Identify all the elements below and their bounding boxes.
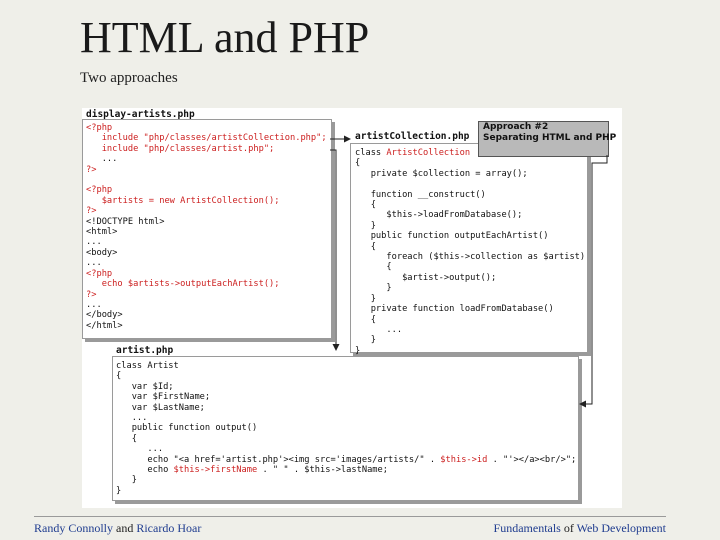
display-code-line: ...	[86, 237, 102, 248]
collection-code-line: }	[355, 345, 361, 356]
approach-label-line2: Separating HTML and PHP	[483, 133, 617, 143]
collection-code-line: function __construct()	[355, 189, 486, 200]
display-code-line: <?php	[86, 185, 113, 196]
artist-code-line: var $Id;	[116, 381, 174, 392]
collection-code-line: $artist->output();	[355, 272, 497, 283]
collection-code-line: class ArtistCollection	[355, 148, 471, 158]
display-code-line: ...	[86, 258, 102, 269]
display-code-line: include "php/classes/artistCollection.ph…	[86, 133, 327, 144]
collection-file-code: class ArtistCollection { private $collec…	[355, 148, 585, 356]
artist-file-code: class Artist { var $Id; var $FirstName; …	[116, 361, 576, 496]
display-code-line: ...	[86, 154, 118, 165]
display-code-line: </body>	[86, 310, 123, 321]
display-code-line: <!DOCTYPE html>	[86, 216, 165, 227]
artist-code-line: public function output()	[116, 423, 258, 434]
collection-code-highlight: ArtistCollection	[386, 148, 471, 158]
footer-authors: Randy Connolly and Ricardo Hoar	[34, 521, 201, 536]
footer-author2: Ricardo Hoar	[136, 521, 202, 535]
collection-code-line: private function loadFromDatabase()	[355, 304, 554, 315]
approach-label-line1: Approach #2	[483, 122, 549, 132]
footer-divider	[34, 516, 666, 517]
artist-code-line: ...	[116, 444, 164, 455]
footer-book-part1: Fundamentals	[493, 521, 561, 535]
footer-author1: Randy Connolly	[34, 521, 114, 535]
display-code-line: $artists = new ArtistCollection();	[86, 195, 280, 206]
collection-code-line: foreach ($this->collection as $artist)	[355, 252, 586, 263]
artist-code-highlight: $this->firstName	[173, 465, 258, 476]
collection-file-name: artistCollection.php	[355, 131, 470, 142]
collection-code-line: }	[355, 220, 376, 231]
display-code-line: <?php	[86, 123, 113, 133]
display-code-line: ...	[86, 299, 102, 310]
display-code-line: ?>	[86, 206, 97, 217]
collection-code-line: {	[355, 262, 392, 273]
footer-and: and	[116, 521, 134, 535]
artist-code-line: echo $this->firstName . " " . $this->las…	[116, 465, 388, 476]
collection-code-line: ...	[355, 324, 403, 335]
artist-code-line: var $FirstName;	[116, 392, 211, 403]
artist-code-highlight: $this->id	[440, 454, 488, 465]
collection-code-line: }	[355, 335, 376, 346]
artist-code-line: class Artist	[116, 361, 179, 371]
slide-subtitle: Two approaches	[80, 70, 178, 86]
display-code-line: </html>	[86, 320, 123, 331]
artist-code-line: {	[116, 371, 122, 382]
display-code-line: echo $artists->outputEachArtist();	[86, 279, 280, 290]
collection-code-line: }	[355, 283, 392, 294]
display-code-line: <html>	[86, 227, 118, 238]
artist-code-line: var $LastName;	[116, 402, 205, 413]
display-code-line: include "php/classes/artist.php";	[86, 143, 275, 154]
display-code-line: <body>	[86, 247, 118, 258]
footer-of: of	[563, 521, 574, 535]
footer-book: Fundamentals of Web Development	[494, 521, 666, 536]
artist-code-line: }	[116, 475, 137, 486]
display-code-line: ?>	[86, 289, 97, 300]
artist-file-name: artist.php	[116, 345, 174, 356]
collection-code-line: public function outputEachArtist()	[355, 231, 549, 242]
display-code-line: <?php	[86, 268, 113, 279]
collection-code-line: {	[355, 200, 376, 211]
display-file-code: <?php include "php/classes/artistCollect…	[86, 123, 327, 331]
collection-code-line: {	[355, 241, 376, 252]
collection-code-line: }	[355, 293, 376, 304]
approach-label: Approach #2 Separating HTML and PHP	[478, 121, 617, 157]
collection-code-line: private $collection = array();	[355, 168, 528, 179]
artist-code-line: echo "<a href='artist.php'><img src='ima…	[116, 454, 577, 465]
artist-code-line: ...	[116, 413, 148, 424]
collection-code-line: $this->loadFromDatabase();	[355, 210, 523, 221]
footer-book-part2: Web Development	[576, 521, 666, 535]
artist-code-line: }	[116, 485, 122, 496]
slide-title: HTML and PHP	[80, 13, 370, 62]
collection-code-line: {	[355, 314, 376, 325]
collection-code-line: {	[355, 158, 361, 169]
artist-code-line: {	[116, 433, 137, 444]
display-code-line: ?>	[86, 164, 97, 175]
